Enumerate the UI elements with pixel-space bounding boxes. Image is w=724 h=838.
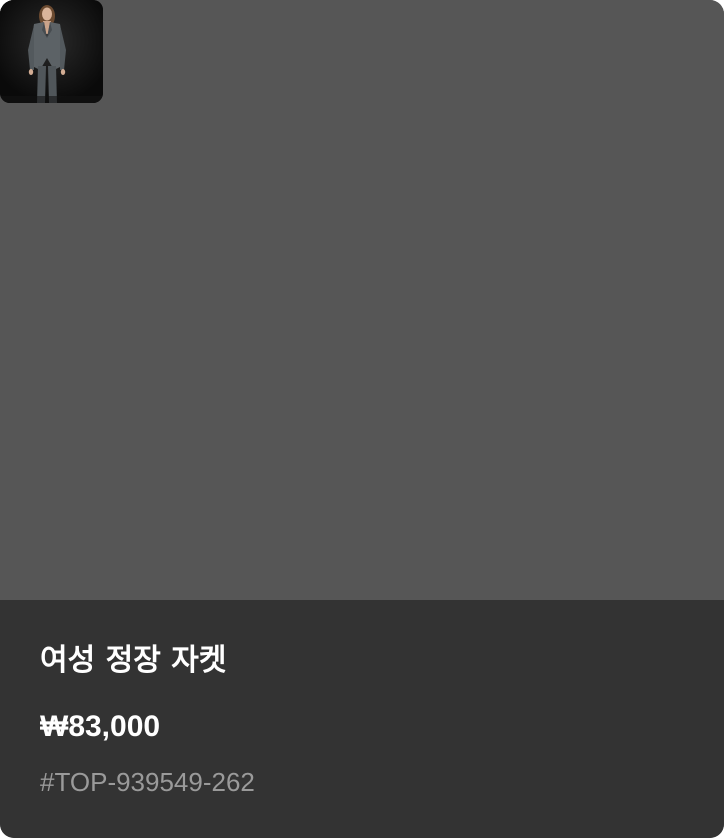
product-sku: #TOP-939549-262 [40, 767, 255, 797]
product-price: ₩83,000 [40, 710, 161, 743]
product-card[interactable]: 여성 정장 자켓 ₩83,000 #TOP-939549-262 [0, 0, 724, 838]
product-photo-icon [0, 0, 103, 103]
product-name[interactable]: 여성 정장 자켓 [40, 641, 227, 681]
product-image-area[interactable] [0, 0, 724, 600]
product-thumbnail[interactable] [0, 0, 103, 103]
